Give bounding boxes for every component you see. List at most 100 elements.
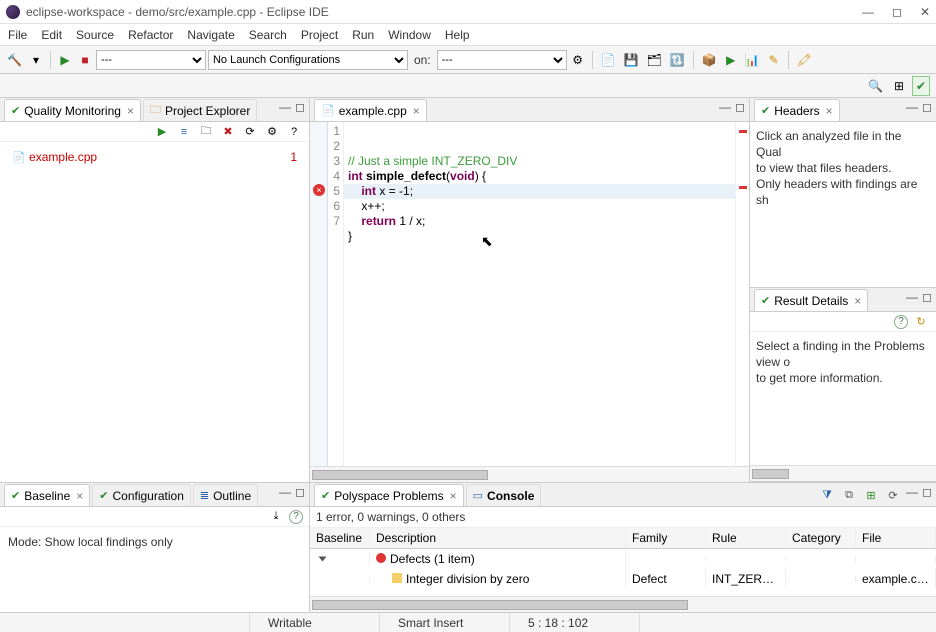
check-icon: ✔	[99, 489, 108, 502]
menu-search[interactable]: Search	[249, 28, 287, 42]
maximize-view-icon[interactable]: ◻	[735, 100, 745, 114]
perspective-button[interactable]: ✔	[912, 76, 930, 96]
tab-console[interactable]: ▭ Console	[466, 484, 542, 506]
menu-source[interactable]: Source	[76, 28, 114, 42]
folder-icon[interactable]: 🗀	[197, 122, 215, 142]
menu-run[interactable]: Run	[352, 28, 374, 42]
highlight-icon[interactable]: 🖍	[794, 50, 815, 70]
coverage-icon[interactable]: 📊	[742, 50, 763, 70]
build-config-select[interactable]: ---	[96, 50, 206, 70]
maximize-view-icon[interactable]: ◻	[295, 485, 305, 499]
tab-configuration[interactable]: ✔ Configuration	[92, 484, 191, 506]
close-icon[interactable]: ×	[854, 294, 861, 308]
overview-ruler[interactable]	[735, 122, 749, 466]
delete-icon[interactable]: ✖	[219, 122, 237, 142]
menu-navigate[interactable]: Navigate	[187, 28, 234, 42]
annotation-ruler[interactable]: ×	[310, 122, 328, 466]
wand-icon[interactable]: ✎	[765, 50, 783, 70]
run-button[interactable]: ▶	[56, 50, 74, 70]
menu-help[interactable]: Help	[445, 28, 470, 42]
editor-hscroll[interactable]	[310, 466, 749, 482]
launch-config-select[interactable]: No Launch Configurations	[208, 50, 408, 70]
menu-file[interactable]: File	[8, 28, 27, 42]
new-icon[interactable]: 📄	[598, 50, 619, 70]
dropdown-icon[interactable]: ▾	[27, 50, 45, 70]
maximize-view-icon[interactable]: ◻	[922, 485, 932, 505]
problems-hscroll[interactable]	[310, 596, 936, 612]
tab-baseline[interactable]: ✔ Baseline ×	[4, 484, 90, 506]
error-marker-icon[interactable]: ×	[313, 184, 325, 196]
maximize-view-icon[interactable]: ◻	[295, 100, 305, 114]
col-description[interactable]: Description	[370, 528, 626, 548]
gear-icon[interactable]: ⚙	[569, 50, 587, 70]
close-icon[interactable]: ×	[76, 489, 83, 503]
help-icon[interactable]: ?	[285, 122, 303, 142]
copy-icon[interactable]: ⧉	[840, 485, 858, 505]
table-group-row[interactable]: Defects (1 item)	[310, 549, 936, 569]
refresh-icon[interactable]: ↻	[912, 312, 930, 332]
target-select[interactable]: ---	[437, 50, 567, 70]
col-baseline[interactable]: Baseline	[310, 528, 370, 548]
minimize-view-icon[interactable]: —	[906, 485, 918, 505]
list-icon[interactable]: ≡	[175, 122, 193, 142]
chevron-down-icon[interactable]	[319, 557, 327, 562]
minimize-view-icon[interactable]: —	[906, 290, 918, 304]
minimize-view-icon[interactable]: —	[719, 100, 731, 114]
run-icon[interactable]: ▶	[722, 50, 740, 70]
open-perspective-icon[interactable]: ⊞	[890, 76, 908, 96]
table-row[interactable]: Integer division by zero Defect INT_ZERO…	[310, 569, 936, 589]
build-icon[interactable]: 📦	[699, 50, 720, 70]
download-icon[interactable]: ⤓	[267, 507, 285, 527]
problems-table[interactable]: Baseline Description Family Rule Categor…	[310, 528, 936, 596]
minimize-view-icon[interactable]: —	[279, 100, 291, 114]
maximize-button[interactable]: ◻	[892, 5, 902, 19]
quality-tree[interactable]: 📄 example.cpp 1	[0, 142, 309, 482]
close-icon[interactable]: ×	[450, 489, 457, 503]
stop-button[interactable]: ■	[76, 50, 94, 70]
defect-icon	[392, 573, 402, 583]
close-icon[interactable]: ×	[413, 104, 420, 118]
minimize-view-icon[interactable]: —	[906, 100, 918, 114]
tab-headers[interactable]: ✔ Headers ×	[754, 99, 840, 121]
editor[interactable]: × 1234567 // Just a simple INT_ZERO_DIV …	[310, 122, 749, 466]
maximize-view-icon[interactable]: ◻	[922, 100, 932, 114]
col-family[interactable]: Family	[626, 528, 706, 548]
file-row[interactable]: 📄 example.cpp 1	[6, 148, 303, 166]
sync-icon[interactable]: ⟳	[241, 122, 259, 142]
menu-project[interactable]: Project	[301, 28, 338, 42]
tab-outline[interactable]: ≣ Outline	[193, 484, 258, 506]
tab-quality-monitoring[interactable]: ✔ Quality Monitoring ×	[4, 99, 141, 121]
col-category[interactable]: Category	[786, 528, 856, 548]
group-icon[interactable]: ⊞	[862, 485, 880, 505]
menu-refactor[interactable]: Refactor	[128, 28, 173, 42]
tab-project-explorer[interactable]: 🗀 Project Explorer	[143, 99, 257, 121]
tab-polyspace-problems[interactable]: ✔ Polyspace Problems ×	[314, 484, 464, 506]
menu-edit[interactable]: Edit	[41, 28, 62, 42]
menu-window[interactable]: Window	[388, 28, 431, 42]
overview-error-mark-icon[interactable]	[739, 186, 747, 189]
col-file[interactable]: File	[856, 528, 936, 548]
saveall-icon[interactable]: 🗂	[644, 50, 665, 70]
tab-result-details[interactable]: ✔ Result Details ×	[754, 289, 868, 311]
minimize-button[interactable]: —	[862, 5, 874, 19]
close-icon[interactable]: ×	[826, 104, 833, 118]
problems-tabs: ✔ Polyspace Problems × ▭ Console ⧩ ⧉ ⊞ ⟳…	[310, 483, 936, 507]
maximize-view-icon[interactable]: ◻	[922, 290, 932, 304]
link-icon[interactable]: ⟳	[884, 485, 902, 505]
editor-tab-example[interactable]: 📄 example.cpp ×	[314, 99, 427, 121]
help-icon[interactable]: ?	[894, 315, 908, 329]
close-icon[interactable]: ×	[127, 104, 134, 118]
minimize-view-icon[interactable]: —	[279, 485, 291, 499]
code-area[interactable]: // Just a simple INT_ZERO_DIV int simple…	[344, 122, 735, 466]
refresh-icon[interactable]: ▶	[153, 122, 171, 142]
col-rule[interactable]: Rule	[706, 528, 786, 548]
result-hscroll[interactable]	[750, 465, 936, 481]
hammer-icon[interactable]: 🔨	[4, 50, 25, 70]
close-button[interactable]: ✕	[920, 5, 930, 19]
toggle-icon[interactable]: 🔃	[667, 50, 688, 70]
help-icon[interactable]: ?	[289, 510, 303, 524]
settings-icon[interactable]: ⚙	[263, 122, 281, 142]
filter-icon[interactable]: ⧩	[818, 485, 836, 505]
save-icon[interactable]: 💾	[621, 50, 642, 70]
search-icon[interactable]: 🔍	[865, 76, 886, 96]
